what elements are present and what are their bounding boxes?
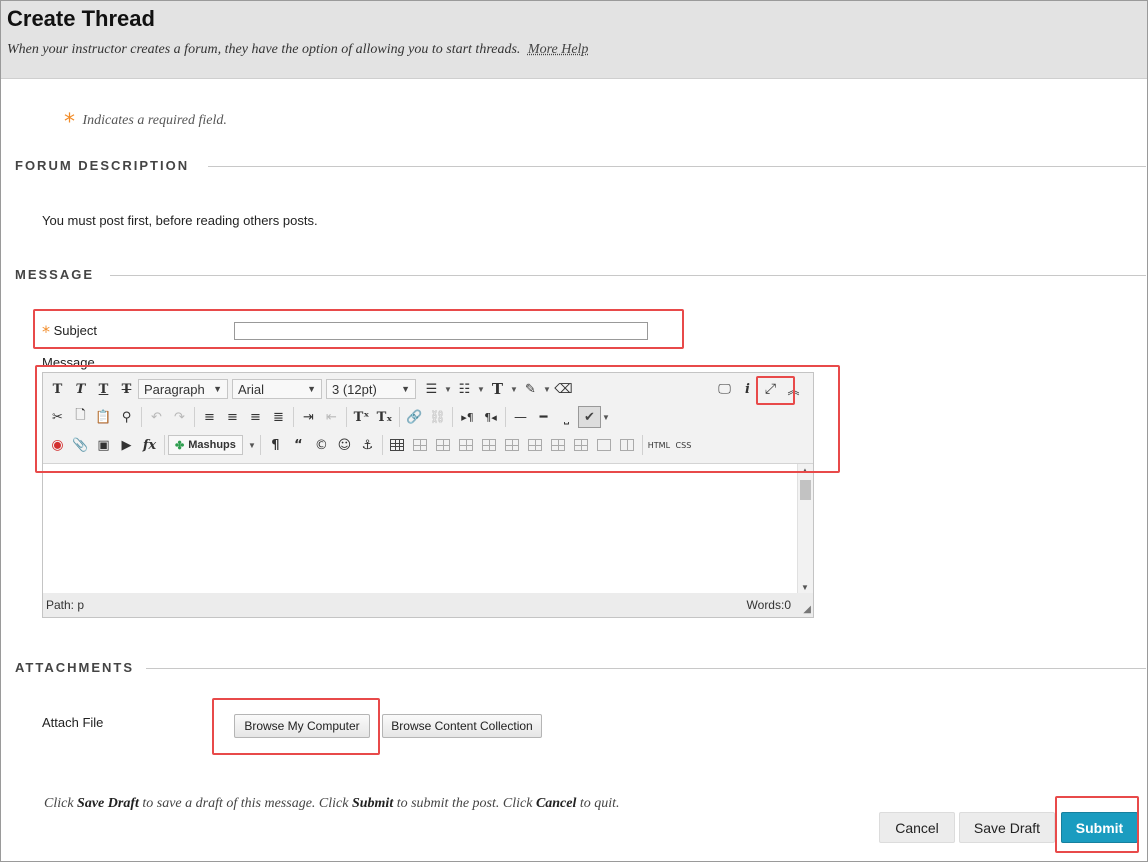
instr-save-draft: Save Draft	[77, 796, 139, 811]
scroll-down-icon[interactable]: ▼	[801, 583, 809, 592]
message-heading: MESSAGE	[15, 267, 95, 282]
instr-text: to save a draft of this message. Click	[142, 796, 349, 811]
section-divider	[146, 668, 1146, 669]
page-title: Create Thread	[7, 6, 155, 31]
section-divider	[208, 166, 1146, 167]
instr-text: to submit the post. Click	[396, 796, 533, 811]
page-header: Create Thread When your instructor creat…	[1, 1, 1147, 79]
highlight-submit	[1055, 796, 1139, 853]
browse-content-collection-button[interactable]: Browse Content Collection	[382, 714, 542, 738]
editor-word-count: Words:0	[746, 598, 791, 612]
attach-file-label: Attach File	[42, 715, 104, 730]
required-note-text: Indicates a required field.	[82, 113, 227, 128]
highlight-toolbar	[35, 365, 840, 473]
instr-text: Click	[44, 796, 74, 811]
message-text-area[interactable]: ▲ ▼	[43, 463, 813, 594]
attachments-heading: ATTACHMENTS	[15, 660, 135, 675]
highlight-browse	[212, 698, 380, 755]
highlight-subject	[33, 309, 684, 349]
highlight-fullscreen	[756, 376, 795, 405]
page-subtitle: When your instructor creates a forum, th…	[7, 42, 588, 58]
editor-path: Path: p	[46, 598, 85, 612]
instr-text: to quit.	[579, 796, 620, 811]
subtitle-text: When your instructor creates a forum, th…	[7, 42, 521, 57]
save-draft-button[interactable]: Save Draft	[959, 812, 1055, 843]
required-star-icon: *	[64, 110, 75, 135]
instr-submit: Submit	[351, 796, 394, 811]
resize-handle-icon[interactable]: ◢	[803, 604, 811, 615]
more-help-link[interactable]: More Help	[528, 42, 589, 57]
submit-instructions: Click Save Draft to save a draft of this…	[44, 796, 620, 812]
forum-description-text: You must post first, before reading othe…	[42, 213, 318, 228]
editor-scrollbar[interactable]: ▲ ▼	[797, 464, 813, 594]
forum-description-heading: FORUM DESCRIPTION	[15, 158, 190, 173]
instr-cancel: Cancel	[535, 796, 577, 811]
required-field-note: * Indicates a required field.	[64, 110, 227, 135]
scroll-thumb[interactable]	[800, 480, 811, 500]
editor-status-bar: Path: p Words:0 ◢	[43, 593, 813, 617]
cancel-button[interactable]: Cancel	[879, 812, 955, 843]
section-divider	[110, 275, 1146, 276]
